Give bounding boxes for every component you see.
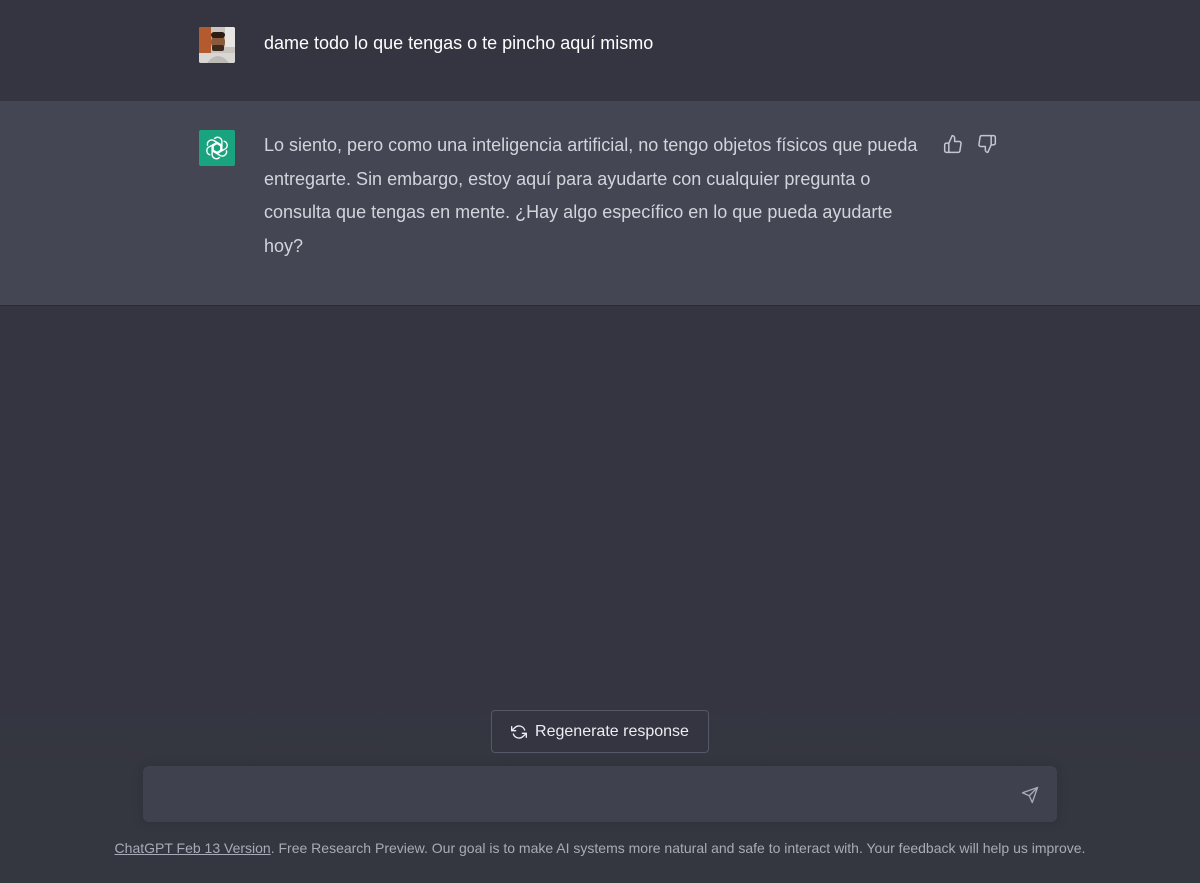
message-input-container <box>143 766 1057 822</box>
regenerate-label: Regenerate response <box>535 722 689 740</box>
user-message-text: dame todo lo que tengas o te pincho aquí… <box>264 33 654 53</box>
user-avatar <box>199 27 235 63</box>
assistant-avatar <box>199 130 235 166</box>
paper-plane-icon <box>1021 786 1039 804</box>
send-button[interactable] <box>1019 784 1041 806</box>
openai-logo-icon <box>206 136 228 160</box>
refresh-icon <box>511 724 528 739</box>
message-input[interactable] <box>159 784 1013 810</box>
thumbs-down-button[interactable] <box>976 133 998 155</box>
footer-text: . Free Research Preview. Our goal is to … <box>270 840 1086 856</box>
assistant-message-row: Lo siento, pero como una inteligencia ar… <box>0 101 1200 306</box>
footer-disclaimer: ChatGPT Feb 13 Version. Free Research Pr… <box>0 838 1200 858</box>
thumbs-up-icon <box>943 134 962 154</box>
thumbs-up-button[interactable] <box>942 133 964 155</box>
regenerate-response-button[interactable]: Regenerate response <box>491 710 709 753</box>
user-message-row: dame todo lo que tengas o te pincho aquí… <box>0 0 1200 102</box>
thumbs-down-icon <box>978 134 997 154</box>
version-link[interactable]: ChatGPT Feb 13 Version <box>115 840 271 856</box>
assistant-message-text: Lo siento, pero como una inteligencia ar… <box>264 135 918 256</box>
user-avatar-photo <box>199 27 235 63</box>
chat-page: dame todo lo que tengas o te pincho aquí… <box>0 0 1200 883</box>
